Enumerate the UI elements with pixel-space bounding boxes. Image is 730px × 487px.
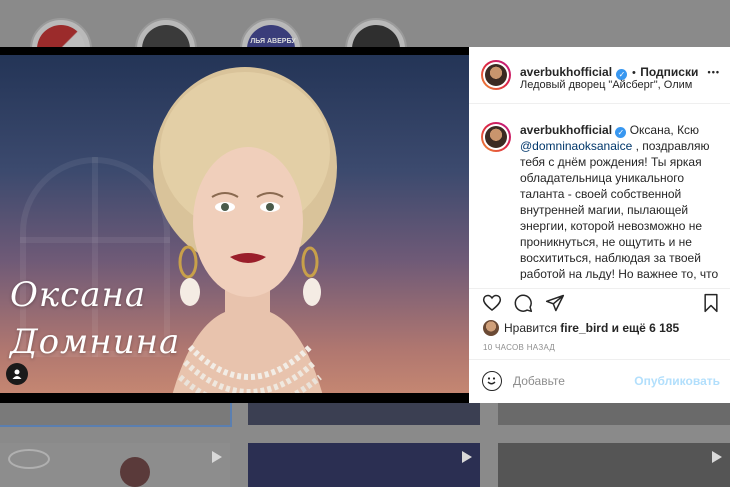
caption-text-start: Оксана, Ксю (626, 123, 700, 137)
image-caption-line1: Оксана (10, 275, 147, 315)
post-side-panel: averbukhofficial ✓ • Подписки Ледовый дв… (469, 47, 730, 403)
publish-button[interactable]: Опубликовать (634, 374, 720, 388)
user-tag-icon[interactable] (6, 363, 28, 385)
post-header: averbukhofficial ✓ • Подписки Ледовый дв… (469, 47, 730, 104)
mention-link[interactable]: @domninaoksanaice (520, 139, 632, 153)
grid-tile[interactable] (0, 401, 232, 427)
add-comment-bar: Добавьте Опубликовать (469, 359, 730, 403)
following-button[interactable]: Подписки (640, 65, 698, 79)
likes-prefix: Нравится (504, 321, 561, 335)
emoji-smile-icon[interactable] (482, 371, 502, 391)
video-icon (212, 451, 222, 463)
video-icon (712, 451, 722, 463)
more-options-icon[interactable]: ••• (708, 67, 720, 77)
story-highlight-label: ЛЬЯ АВЕРБУ (250, 38, 296, 45)
post-caption: averbukhofficial ✓ Оксана, Ксю @domninao… (520, 122, 720, 280)
liker-username[interactable]: fire_bird (560, 321, 608, 335)
post-image[interactable]: Оксана Домнина (0, 47, 469, 403)
grid-tile[interactable] (248, 443, 480, 487)
comment-avatar[interactable] (481, 122, 511, 152)
video-icon (462, 451, 472, 463)
caption-text-rest: , поздравляю тебя с днём рождения! Ты яр… (520, 139, 719, 280)
comment-icon[interactable] (513, 293, 533, 313)
share-direct-icon[interactable] (545, 293, 565, 313)
likes-summary: Нравится fire_bird и ещё 6 185 (483, 320, 679, 336)
grid-tile[interactable] (498, 443, 730, 487)
save-bookmark-icon[interactable] (701, 293, 721, 313)
image-caption-line2: Домнина (10, 322, 181, 362)
post-location[interactable]: Ледовый дворец "Айсберг", Олимпийск… (520, 79, 692, 91)
grid-tile[interactable] (498, 403, 730, 425)
verified-badge-icon: ✓ (615, 127, 627, 138)
caption-username[interactable]: averbukhofficial (520, 123, 612, 137)
separator-dot: • (631, 67, 636, 79)
comment-input[interactable]: Добавьте (513, 374, 565, 388)
post-actions (469, 288, 730, 316)
liker-avatar[interactable] (483, 320, 499, 336)
post-author-username[interactable]: averbukhofficial (520, 65, 612, 79)
post-timestamp[interactable]: 10 ЧАСОВ НАЗАД (483, 343, 555, 352)
avatar[interactable] (481, 60, 511, 90)
grid-tile[interactable] (0, 443, 230, 487)
like-heart-icon[interactable] (482, 293, 502, 313)
grid-tile[interactable] (248, 403, 480, 425)
likes-count[interactable]: и ещё 6 185 (608, 321, 680, 335)
